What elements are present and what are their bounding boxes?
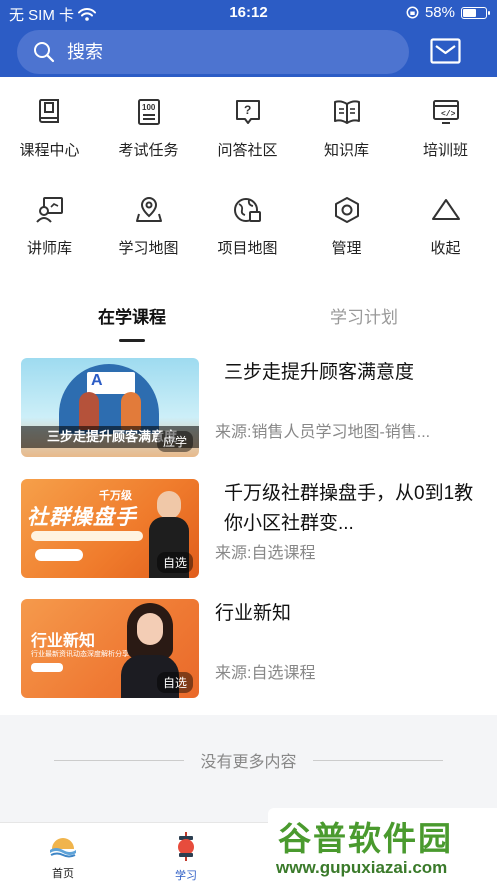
grid-item-label: 培训班 xyxy=(422,142,468,159)
course-title: 三步走提升顾客满意度 xyxy=(224,362,415,383)
grid-item-course-center[interactable]: 课程中心 xyxy=(0,97,99,160)
course-card[interactable]: 行业新知 行业最新资讯动态深度解析分享 自选 行业新知 来源:自选课程 xyxy=(21,599,481,699)
grid-item-label: 讲师库 xyxy=(26,240,72,257)
grid-item-label: 收起 xyxy=(430,240,461,257)
course-source: 来源:自选课程 xyxy=(215,545,316,562)
course-card[interactable]: 千万级 社群操盘手 自选 千万级社群操盘手，从0到1教你小区社群变... 来源:… xyxy=(21,479,481,579)
svg-text:</>: </> xyxy=(441,110,456,119)
exam-task-icon: 100 xyxy=(137,99,160,125)
grid-item-label: 课程中心 xyxy=(19,142,80,159)
learning-map-icon xyxy=(135,196,162,222)
site-watermark: 谷普软件园 www.gupuxiazai.com xyxy=(268,808,497,883)
svg-text:?: ? xyxy=(244,103,251,117)
active-tab-indicator xyxy=(119,339,145,342)
course-tag: 自选 xyxy=(156,672,193,693)
grid-item-label: 知识库 xyxy=(323,142,369,159)
grid-item-knowledge-base[interactable]: 知识库 xyxy=(297,97,396,160)
grid-item-label: 学习地图 xyxy=(118,240,179,257)
person-head xyxy=(157,491,181,519)
grid-item-training-class[interactable]: </> 培训班 xyxy=(396,97,495,160)
study-icon xyxy=(178,832,194,861)
watermark-url: www.gupuxiazai.com xyxy=(276,858,448,877)
thumb-figure xyxy=(121,392,141,430)
collapse-icon xyxy=(431,199,460,220)
thumb-board: A xyxy=(87,372,135,394)
tab-study-plan[interactable]: 学习计划 xyxy=(264,303,464,328)
thumb-title: 行业新知 xyxy=(31,633,96,650)
thumb-subtitle: 行业最新资讯动态深度解析分享 xyxy=(31,651,129,658)
home-icon xyxy=(50,838,76,858)
divider-line xyxy=(312,759,443,761)
nav-home[interactable]: 首页 xyxy=(28,831,98,881)
course-thumbnail: A 三步走提升顾客满意度 应学 xyxy=(21,358,199,457)
qa-community-icon: ? xyxy=(235,100,260,124)
course-source: 来源:销售人员学习地图-销售... xyxy=(215,424,431,441)
grid-item-manage[interactable]: 管理 xyxy=(297,195,396,258)
mail-icon[interactable] xyxy=(430,38,461,64)
grid-item-label: 项目地图 xyxy=(217,240,278,257)
tab-current-courses[interactable]: 在学课程 xyxy=(32,303,232,328)
project-map-icon xyxy=(233,198,261,222)
grid-item-label: 考试任务 xyxy=(118,142,179,159)
thumb-figure xyxy=(79,392,99,430)
search-icon xyxy=(34,42,55,63)
grid-item-label: 问答社区 xyxy=(217,142,278,159)
course-thumbnail: 行业新知 行业最新资讯动态深度解析分享 自选 xyxy=(21,599,199,698)
grid-item-learning-map[interactable]: 学习地图 xyxy=(99,195,198,258)
course-title: 千万级社群操盘手，从0到1教你小区社群变... xyxy=(224,483,474,534)
svg-text:100: 100 xyxy=(142,103,156,112)
course-tabs: 在学课程 学习计划 xyxy=(0,297,497,347)
status-right: 58% xyxy=(406,4,490,21)
course-card[interactable]: A 三步走提升顾客满意度 应学 三步走提升顾客满意度 来源:销售人员学习地图-销… xyxy=(21,358,481,458)
person-face xyxy=(137,613,163,645)
grid-item-label: 管理 xyxy=(331,240,362,257)
status-bar: 无 SIM 卡 16:12 58% xyxy=(0,0,497,26)
divider-line xyxy=(54,759,185,761)
course-tag: 自选 xyxy=(156,552,193,573)
grid-item-exam-task[interactable]: 100 考试任务 xyxy=(99,97,198,160)
search-bar[interactable] xyxy=(17,30,409,74)
grid-item-lecturer[interactable]: 讲师库 xyxy=(0,195,99,258)
rotation-lock-icon xyxy=(406,6,419,19)
thumb-button xyxy=(31,663,63,672)
nav-home-label: 首页 xyxy=(52,868,74,880)
course-center-icon xyxy=(38,99,59,123)
course-source: 来源:自选课程 xyxy=(215,665,316,682)
search-input[interactable] xyxy=(67,41,367,63)
course-title: 行业新知 xyxy=(215,603,292,624)
thumb-button xyxy=(35,549,83,561)
nav-study[interactable]: 学习 xyxy=(151,831,221,883)
nav-study-label: 学习 xyxy=(175,870,197,882)
watermark-title: 谷普软件园 xyxy=(278,820,453,857)
top-bar: 无 SIM 卡 16:12 58% xyxy=(0,0,497,77)
no-more-content: 没有更多内容 xyxy=(0,745,497,775)
grid-item-project-map[interactable]: 项目地图 xyxy=(198,195,297,258)
knowledge-base-icon xyxy=(333,100,360,124)
main-panel: 课程中心 100 考试任务 ? 问答社区 知识库 </> 培训班 讲师库 学习地… xyxy=(0,77,497,715)
battery-icon xyxy=(461,6,490,19)
battery-fill xyxy=(463,8,476,17)
no-more-label: 没有更多内容 xyxy=(200,754,297,771)
training-class-icon: </> xyxy=(432,100,459,124)
thumb-pill xyxy=(31,531,143,541)
grid-item-collapse[interactable]: 收起 xyxy=(396,195,495,258)
grid-item-qa-community[interactable]: ? 问答社区 xyxy=(198,97,297,160)
course-tag: 应学 xyxy=(156,431,193,452)
course-thumbnail: 千万级 社群操盘手 自选 xyxy=(21,479,199,578)
lecturer-icon xyxy=(35,197,63,223)
thumb-title: 社群操盘手 xyxy=(27,506,137,529)
battery-percent: 58% xyxy=(424,4,455,21)
manage-icon xyxy=(334,197,359,223)
